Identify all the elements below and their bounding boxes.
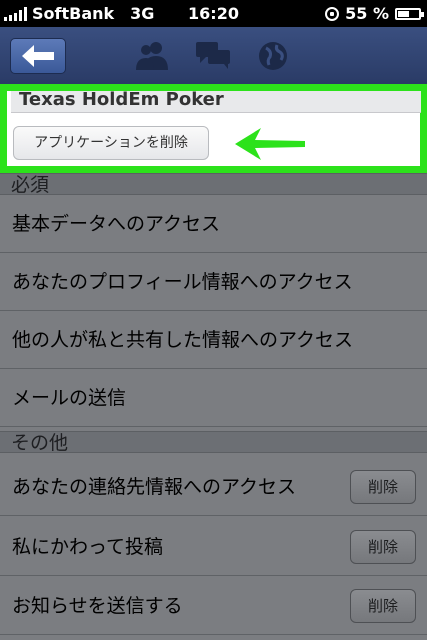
section-header-other: その他 bbox=[0, 431, 427, 454]
arrow-left-icon bbox=[235, 128, 305, 160]
permission-row: 他の人が私と共有した情報へのアクセス bbox=[0, 311, 427, 369]
friends-icon[interactable] bbox=[134, 40, 170, 70]
status-bar: SoftBank 3G 16:20 55 % bbox=[0, 0, 427, 27]
permission-label: 私にかわって投稿 bbox=[12, 536, 164, 558]
rotation-lock-icon bbox=[325, 6, 340, 21]
permission-row: 基本データへのアクセス bbox=[0, 195, 427, 253]
battery-icon bbox=[395, 7, 424, 20]
status-right: 55 % bbox=[325, 4, 424, 23]
optional-permission-row: 私にかわって投稿 削除 bbox=[0, 518, 427, 576]
highlight-box: Texas HoldEm Poker アプリケーションを削除 bbox=[0, 84, 427, 173]
remove-permission-button[interactable]: 削除 bbox=[350, 470, 416, 504]
nav-bar bbox=[0, 27, 427, 84]
back-button[interactable] bbox=[10, 38, 66, 74]
arrow-left-icon bbox=[22, 45, 54, 67]
messages-icon[interactable] bbox=[196, 42, 232, 70]
permission-row: あなたのプロフィール情報へのアクセス bbox=[0, 253, 427, 311]
permission-row: メールの送信 bbox=[0, 369, 427, 427]
battery-percent: 55 % bbox=[345, 4, 389, 23]
remove-permission-button[interactable]: 削除 bbox=[350, 530, 416, 564]
section-header-required: 必須 bbox=[0, 173, 427, 196]
permission-label: あなたの連絡先情報へのアクセス bbox=[12, 476, 297, 498]
permission-label: お知らせを送信する bbox=[12, 595, 183, 617]
optional-permission-row: あなたの連絡先情報へのアクセス 削除 bbox=[0, 458, 427, 516]
globe-icon[interactable] bbox=[258, 41, 288, 71]
remove-permission-button[interactable]: 削除 bbox=[350, 589, 416, 623]
app-title: Texas HoldEm Poker bbox=[11, 91, 421, 113]
optional-permission-row: お知らせを送信する 削除 bbox=[0, 577, 427, 635]
battery-fill bbox=[398, 10, 409, 17]
remove-app-button[interactable]: アプリケーションを削除 bbox=[13, 126, 209, 160]
